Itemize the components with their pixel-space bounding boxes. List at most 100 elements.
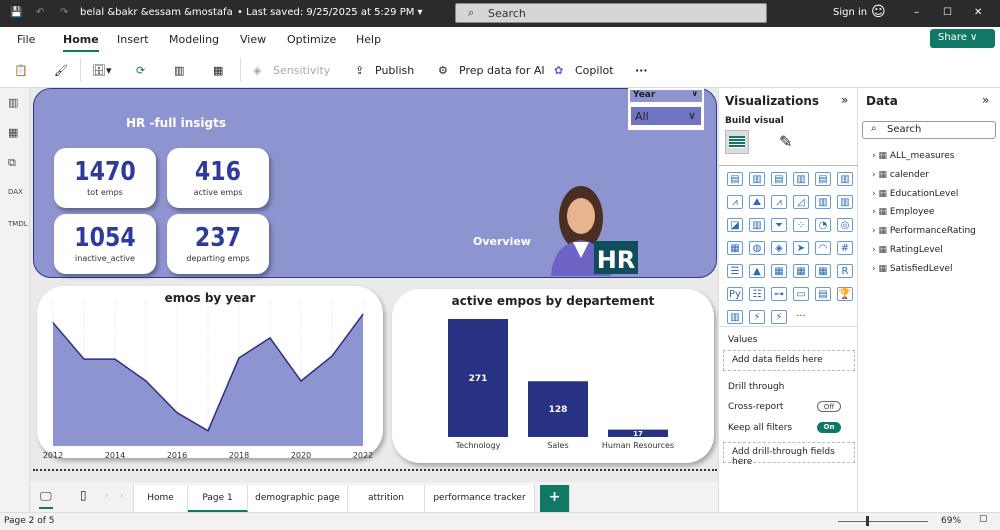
tab-modeling[interactable]: Modeling [169, 33, 219, 46]
more-icon[interactable]: ··· [793, 310, 809, 324]
page-tab-page-1[interactable]: Page 1 [188, 485, 248, 512]
maximize-button[interactable]: ☐ [943, 7, 952, 18]
publish-button[interactable]: Publish [375, 64, 414, 77]
multi-row-card-icon[interactable]: ☰ [727, 264, 743, 278]
area-chart-card[interactable]: emos by year 2012 2014 2016 2018 2020 2022 [37, 286, 383, 460]
kpi-icon[interactable]: ▲ [749, 264, 765, 278]
card-icon[interactable]: # [837, 241, 853, 255]
matrix-icon[interactable]: ▦ [815, 264, 831, 278]
pie-icon[interactable]: ◔ [815, 218, 831, 232]
prep-data-button[interactable]: Prep data for AI [459, 64, 545, 77]
data-table-item[interactable]: Employee [872, 207, 935, 217]
add-page-button[interactable]: + [540, 485, 570, 512]
build-visual-tab[interactable] [725, 130, 749, 154]
format-visual-icon[interactable]: ✎ [779, 132, 792, 151]
filled-map-icon[interactable]: ◈ [771, 241, 787, 255]
decomposition-tree-icon[interactable]: ⊶ [771, 287, 787, 301]
account-icon[interactable]: ☺ [871, 4, 886, 20]
desktop-layout-icon[interactable]: 🖵 [40, 489, 52, 504]
drill-through-drop-zone[interactable]: Add drill-through fields here [723, 442, 855, 467]
mobile-layout-icon[interactable]: ▯ [80, 488, 87, 502]
minimize-button[interactable]: – [914, 7, 919, 18]
tab-optimize[interactable]: Optimize [287, 33, 336, 46]
narrative-icon[interactable]: ▤ [815, 287, 831, 301]
prev-page-icon[interactable]: ‹ [105, 491, 109, 501]
power-automate-icon[interactable]: ⚡ [771, 310, 787, 324]
bar-chart-card[interactable]: active empos by departement 271 Technolog… [392, 289, 714, 463]
funnel-col-icon[interactable]: ▥ [749, 218, 765, 232]
clustered-bar-icon[interactable]: ▤ [771, 172, 787, 186]
table-icon[interactable]: ▦ [793, 264, 809, 278]
year-slicer[interactable]: Year ∨ All ∨ [628, 88, 704, 130]
funnel-icon[interactable]: ⏷ [771, 218, 787, 232]
format-painter-icon[interactable]: 🖌 [54, 64, 68, 77]
data-table-item[interactable]: PerformanceRating [872, 226, 976, 236]
treemap-icon[interactable]: ▦ [727, 241, 743, 255]
area-icon[interactable]: ⛰ [749, 195, 765, 209]
collapse-icon[interactable]: » [841, 93, 848, 107]
waterfall-icon[interactable]: ◪ [727, 218, 743, 232]
kpi-card[interactable]: 1054 inactive_active [54, 214, 156, 274]
qa-icon[interactable]: ▭ [793, 287, 809, 301]
data-table-item[interactable]: RatingLevel [872, 245, 943, 255]
model-view-icon[interactable]: ⧉ [8, 156, 22, 170]
slicer-icon[interactable]: ▦ [771, 264, 787, 278]
paginated-icon[interactable]: ▥ [727, 310, 743, 324]
line-clustered-icon[interactable]: ▥ [837, 195, 853, 209]
tab-home[interactable]: Home [63, 33, 99, 52]
zoom-slider-thumb[interactable] [866, 516, 869, 526]
search-box[interactable]: ⌕ Search [455, 3, 767, 23]
map-icon[interactable]: ◍ [749, 241, 765, 255]
zoom-slider[interactable] [838, 521, 928, 522]
refresh-icon[interactable]: ⟳ [136, 64, 145, 77]
values-drop-zone[interactable]: Add data fields here [723, 350, 855, 371]
copilot-button[interactable]: Copilot [575, 64, 614, 77]
page-tab-demographic[interactable]: demographic page [248, 485, 348, 512]
page-tab-home[interactable]: Home [133, 485, 188, 512]
stacked-bar-icon[interactable]: ▤ [727, 172, 743, 186]
tab-help[interactable]: Help [356, 33, 381, 46]
cross-report-toggle[interactable]: Off [817, 401, 841, 412]
r-visual-icon[interactable]: R [837, 264, 853, 278]
data-search-input[interactable]: ⌕ Search [862, 121, 996, 139]
more-button[interactable]: ··· [635, 64, 648, 77]
new-visual-icon[interactable]: ▥ [174, 64, 184, 77]
donut-icon[interactable]: ◎ [837, 218, 853, 232]
azure-map-icon[interactable]: ➤ [793, 241, 809, 255]
slicer-dropdown[interactable]: All ∨ [630, 106, 702, 126]
redo-icon[interactable]: ↷ [60, 7, 68, 18]
next-page-icon[interactable]: › [120, 491, 124, 501]
kpi-card[interactable]: 237 departing emps [167, 214, 269, 274]
get-data-icon[interactable]: 🗄▾ [92, 64, 112, 77]
collapse-icon[interactable]: » [982, 93, 989, 107]
kpi-card[interactable]: 416 active emps [167, 148, 269, 208]
last-saved[interactable]: • Last saved: 9/25/2025 at 5:29 PM ▾ [237, 7, 423, 18]
goals-icon[interactable]: 🏆 [837, 287, 853, 301]
paste-icon[interactable]: 📋 [14, 64, 28, 77]
calculator-icon[interactable]: ▦ [213, 64, 223, 77]
100-column-icon[interactable]: ▥ [837, 172, 853, 186]
dax-view-icon[interactable]: DAX [8, 188, 23, 202]
line-column-icon[interactable]: ▥ [815, 195, 831, 209]
report-view-icon[interactable]: ▥ [8, 96, 22, 110]
tab-view[interactable]: View [240, 33, 266, 46]
share-button[interactable]: Share ∨ [930, 29, 995, 48]
close-button[interactable]: ✕ [974, 7, 982, 18]
tab-insert[interactable]: Insert [117, 33, 149, 46]
line-icon[interactable]: ⩘ [727, 195, 743, 209]
page-tab-attrition[interactable]: attrition [348, 485, 425, 512]
data-table-item[interactable]: SatisfiedLevel [872, 264, 953, 274]
ribbon-icon[interactable]: ◿ [793, 195, 809, 209]
page-tab-performance[interactable]: performance tracker [425, 485, 535, 512]
stacked-column-icon[interactable]: ▥ [749, 172, 765, 186]
scatter-icon[interactable]: ⁘ [793, 218, 809, 232]
sign-in-button[interactable]: Sign in [833, 7, 867, 18]
keep-filters-toggle[interactable]: On [817, 422, 841, 433]
power-apps-icon[interactable]: ⚡ [749, 310, 765, 324]
save-icon[interactable]: 💾 [10, 7, 22, 18]
100-bar-icon[interactable]: ▤ [815, 172, 831, 186]
fit-page-icon[interactable]: ▢ [979, 514, 988, 524]
tab-file[interactable]: File [17, 33, 35, 46]
python-visual-icon[interactable]: Py [727, 287, 743, 301]
table-view-icon[interactable]: ▦ [8, 126, 22, 140]
